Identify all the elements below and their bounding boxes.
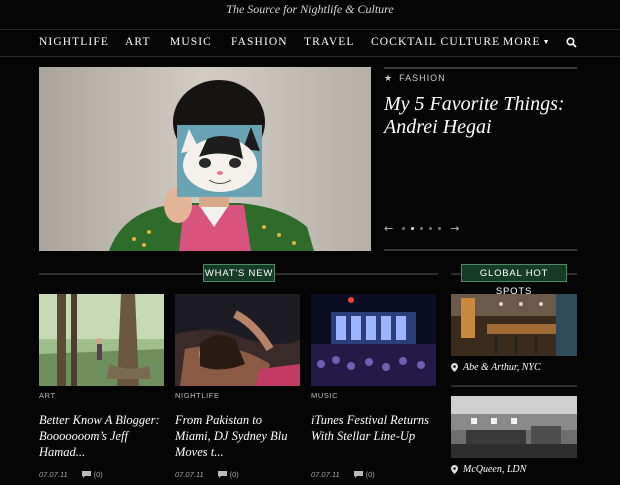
nav-more-label: MORE [503, 36, 541, 48]
search-icon[interactable] [566, 37, 577, 48]
comment-count[interactable]: (0) [366, 470, 375, 479]
nav-item-nightlife[interactable]: NIGHTLIFE [39, 36, 109, 48]
section-title-hot-spots: GLOBAL HOT SPOTS [461, 264, 567, 297]
divider [384, 249, 577, 251]
tagline: The Source for Nightlife & Culture [226, 2, 394, 16]
article-card[interactable]: ART Better Know A Blogger: Booooooom’s J… [39, 294, 164, 479]
slider-controls: ← → [384, 222, 459, 235]
star-icon: ★ [384, 73, 394, 83]
divider [384, 67, 577, 69]
slider-dot[interactable] [420, 226, 424, 230]
hot-spot-card[interactable]: McQueen, LDN [451, 396, 577, 475]
hot-spot-image[interactable] [451, 396, 577, 458]
map-pin-icon [451, 363, 458, 372]
nav-item-music[interactable]: MUSIC [170, 36, 212, 48]
article-category[interactable]: ART [39, 391, 164, 400]
comment-icon[interactable] [217, 471, 227, 478]
slider-dot-active[interactable] [411, 226, 415, 230]
article-card[interactable]: MUSIC iTunes Festival Returns With Stell… [311, 294, 436, 479]
hot-spot-card[interactable]: Abe & Arthur, NYC [451, 294, 577, 373]
divider [451, 385, 577, 387]
article-thumbnail[interactable] [311, 294, 436, 386]
hero-category-label: FASHION [399, 73, 446, 83]
article-title[interactable]: From Pakistan to Miami, DJ Sydney Blu Mo… [175, 412, 300, 460]
article-thumbnail[interactable] [39, 294, 164, 386]
hot-spot-image[interactable] [451, 294, 577, 356]
article-category[interactable]: MUSIC [311, 391, 436, 400]
article-meta: 07.07.11 (0) [311, 470, 436, 479]
article-meta: 07.07.11 (0) [39, 470, 164, 479]
article-category[interactable]: NIGHTLIFE [175, 391, 300, 400]
article-date: 07.07.11 [311, 470, 340, 479]
article-date: 07.07.11 [39, 470, 68, 479]
article-title[interactable]: iTunes Festival Returns With Stellar Lin… [311, 412, 436, 460]
article-date: 07.07.11 [175, 470, 204, 479]
article-card[interactable]: NIGHTLIFE From Pakistan to Miami, DJ Syd… [175, 294, 300, 479]
slider-dot[interactable] [429, 226, 433, 230]
nav-item-art[interactable]: ART [125, 36, 151, 48]
hot-spot-name: Abe & Arthur, NYC [463, 362, 541, 373]
arrow-left-icon[interactable]: ← [384, 222, 393, 235]
hot-spot-label[interactable]: Abe & Arthur, NYC [451, 362, 577, 373]
hero-image[interactable] [39, 67, 371, 251]
hero-title[interactable]: My 5 Favorite Things: Andrei Hegai [384, 93, 577, 139]
article-thumbnail[interactable] [175, 294, 300, 386]
map-pin-icon [451, 465, 458, 474]
main-nav: NIGHTLIFE ART MUSIC FASHION TRAVEL COCKT… [0, 29, 620, 57]
article-title[interactable]: Better Know A Blogger: Booooooom’s Jeff … [39, 412, 164, 460]
nav-item-cocktail-culture[interactable]: COCKTAIL CULTURE [371, 36, 500, 48]
slider-dot[interactable] [438, 226, 442, 230]
hot-spot-name: McQueen, LDN [463, 464, 527, 475]
comment-count[interactable]: (0) [94, 470, 103, 479]
nav-item-travel[interactable]: TRAVEL [304, 36, 354, 48]
slider-dot[interactable] [402, 226, 406, 230]
hero-photo [39, 67, 371, 251]
arrow-right-icon[interactable]: → [450, 222, 459, 235]
section-title-whats-new: WHAT'S NEW [203, 264, 275, 282]
comment-icon[interactable] [81, 471, 91, 478]
article-meta: 07.07.11 (0) [175, 470, 300, 479]
hero-category[interactable]: ★ FASHION [384, 73, 446, 84]
nav-item-fashion[interactable]: FASHION [231, 36, 288, 48]
comment-icon[interactable] [353, 471, 363, 478]
hot-spot-label[interactable]: McQueen, LDN [451, 464, 577, 475]
comment-count[interactable]: (0) [230, 470, 239, 479]
nav-item-more[interactable]: MORE ▼ [503, 36, 551, 48]
hero-panel: ★ FASHION My 5 Favorite Things: Andrei He… [384, 67, 577, 251]
caret-down-icon: ▼ [542, 38, 551, 47]
